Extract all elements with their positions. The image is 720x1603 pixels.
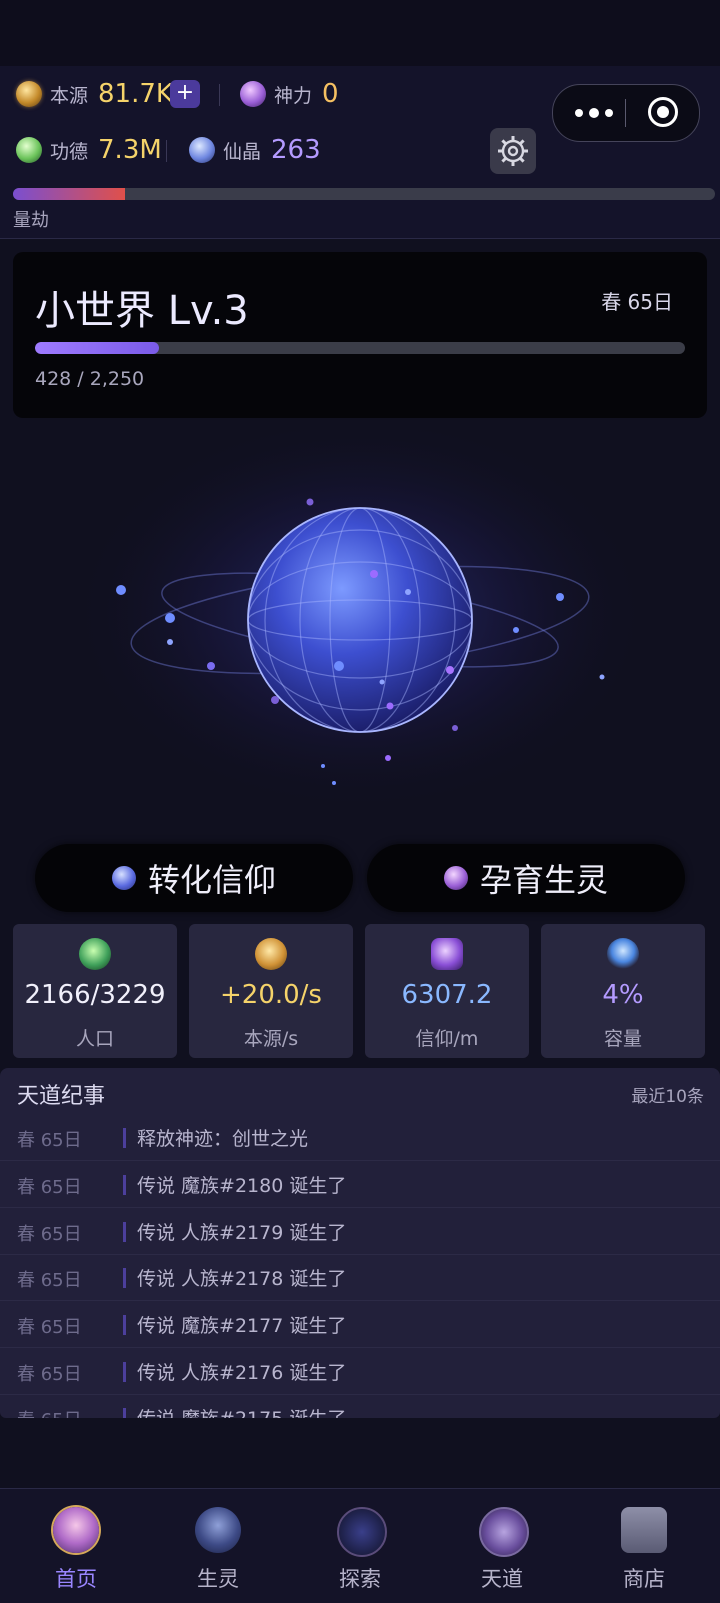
- stat-capacity: 4% 容量: [541, 924, 705, 1058]
- chronicle-entry: 春 65日 传说 魔族#2175 诞生了: [0, 1394, 720, 1418]
- tab-shop[interactable]: 商店: [572, 1489, 716, 1603]
- entry-text: 传说 人族#2176 诞生了: [137, 1362, 347, 1384]
- chronicle-recent-count: 最近10条: [631, 1087, 704, 1107]
- xianjing-value: 263: [271, 135, 321, 165]
- chronicle-entry: 春 65日 释放神迹：创世之光: [0, 1114, 720, 1161]
- chronicle-title: 天道纪事: [17, 1084, 106, 1109]
- resource-shenli: 神力 0: [240, 74, 339, 114]
- entry-date: 春 65日: [17, 1270, 82, 1291]
- dragon-icon: [195, 1507, 241, 1553]
- faith-orb-icon: [111, 866, 136, 890]
- world-globe[interactable]: [60, 430, 660, 830]
- origin-rate-value: +20.0/s: [220, 980, 322, 1010]
- xianjing-label: 仙晶: [223, 140, 262, 163]
- shenli-value: 0: [322, 79, 339, 109]
- capacity-value: 4%: [602, 980, 644, 1010]
- entry-text: 传说 人族#2178 诞生了: [137, 1268, 347, 1290]
- tab-explore-label: 探索: [339, 1567, 381, 1591]
- capacity-icon: [607, 938, 639, 970]
- capacity-label: 容量: [603, 1028, 642, 1050]
- breed-creatures-label: 孕育生灵: [479, 861, 608, 899]
- merit-icon: [16, 137, 42, 163]
- faith-rate-label: 信仰/m: [415, 1028, 479, 1050]
- chronicle-entry: 春 65日 传说 魔族#2177 诞生了: [0, 1301, 720, 1348]
- status-bar: [0, 0, 720, 66]
- planet-sphere: [247, 507, 473, 733]
- stat-origin-rate: +20.0/s 本源/s: [189, 924, 353, 1058]
- entry-date: 春 65日: [17, 1406, 82, 1418]
- breed-creatures-button[interactable]: 孕育生灵: [367, 844, 685, 912]
- world-level-title: 小世界 Lv.3: [35, 288, 249, 334]
- season-date: 春 65日: [601, 290, 673, 314]
- gongde-value: 7.3M: [98, 135, 162, 165]
- liangjie-progress-fill: [13, 188, 126, 200]
- origin-icon: [255, 938, 287, 970]
- chronicle-entry: 春 65日 传说 人族#2179 诞生了: [0, 1208, 720, 1255]
- chest-icon: [621, 1507, 667, 1553]
- resource-gongde: 功德 7.3M: [16, 130, 162, 170]
- gear-icon: [498, 136, 528, 166]
- chronicle-entry: 春 65日 传说 魔族#2180 诞生了: [0, 1161, 720, 1208]
- settings-button[interactable]: [490, 128, 536, 174]
- close-miniprogram-icon[interactable]: [648, 97, 678, 127]
- tab-home[interactable]: 首页: [4, 1489, 148, 1603]
- faith-rate-value: 6307.2: [401, 980, 493, 1010]
- tab-home-label: 首页: [55, 1567, 97, 1591]
- convert-faith-label: 转化信仰: [147, 861, 276, 899]
- entry-text: 传说 魔族#2175 诞生了: [137, 1404, 346, 1418]
- benyuan-label: 本源: [50, 84, 89, 107]
- stat-population: 2166/3229 人口: [13, 924, 177, 1058]
- tab-creatures[interactable]: 生灵: [146, 1489, 290, 1603]
- entry-text: 释放神迹：创世之光: [137, 1128, 309, 1150]
- palace-icon: [53, 1507, 99, 1553]
- stat-faith-rate: 6307.2 信仰/m: [365, 924, 529, 1058]
- convert-faith-button[interactable]: 转化信仰: [35, 844, 353, 912]
- world-exp-text: 428 / 2,250: [35, 368, 145, 390]
- liangjie-label: 量劫: [13, 210, 49, 231]
- shenli-label: 神力: [274, 84, 313, 107]
- crystal-icon: [189, 137, 215, 163]
- add-benyuan-button[interactable]: +: [170, 80, 200, 108]
- faith-icon: [431, 938, 463, 970]
- tab-creatures-label: 生灵: [197, 1567, 239, 1591]
- tab-tiandao[interactable]: 天道: [430, 1489, 574, 1603]
- world-exp-fill: [35, 342, 159, 354]
- entry-text: 传说 魔族#2180 诞生了: [137, 1175, 347, 1197]
- origin-rate-label: 本源/s: [243, 1028, 299, 1050]
- entry-date: 春 65日: [17, 1224, 82, 1245]
- bottom-navigation: 首页 生灵 探索 天道 商店: [0, 1488, 720, 1603]
- life-orb-icon: [443, 866, 468, 890]
- population-label: 人口: [75, 1028, 114, 1050]
- miniprogram-capsule: [552, 84, 700, 142]
- resource-xianjing: 仙晶 263: [189, 130, 321, 170]
- benyuan-value: 81.7K: [98, 79, 173, 109]
- population-value: 2166/3229: [24, 980, 166, 1010]
- entry-date: 春 65日: [17, 1177, 82, 1198]
- entry-date: 春 65日: [17, 1364, 82, 1385]
- tab-shop-label: 商店: [623, 1567, 665, 1591]
- compass-icon: [337, 1507, 387, 1557]
- entry-date: 春 65日: [17, 1317, 82, 1338]
- chronicle-entry: 春 65日 传说 人族#2176 诞生了: [0, 1348, 720, 1395]
- divider: [219, 84, 220, 106]
- yinyang-icon: [479, 1507, 529, 1557]
- population-icon: [79, 938, 111, 970]
- tab-tiandao-label: 天道: [481, 1567, 523, 1591]
- entry-text: 传说 人族#2179 诞生了: [137, 1222, 347, 1244]
- origin-coin-icon: [16, 81, 42, 107]
- world-exp-bar: [35, 342, 685, 354]
- resource-benyuan: 本源 81.7K: [16, 74, 173, 114]
- tab-explore[interactable]: 探索: [288, 1489, 432, 1603]
- entry-text: 传说 魔族#2177 诞生了: [137, 1315, 347, 1337]
- chronicle-entry: 春 65日 传说 人族#2178 诞生了: [0, 1254, 720, 1301]
- divine-power-icon: [240, 81, 266, 107]
- world-level-card: 小世界 Lv.3 春 65日 428 / 2,250: [13, 252, 707, 418]
- entry-date: 春 65日: [17, 1130, 82, 1151]
- gongde-label: 功德: [50, 140, 89, 163]
- chronicle-panel: 天道纪事 最近10条 春 65日 释放神迹：创世之光 春 65日 传说 魔族#2…: [0, 1068, 720, 1418]
- divider: [166, 140, 167, 162]
- liangjie-progress-bar: [13, 188, 715, 200]
- more-menu-icon[interactable]: [575, 101, 625, 125]
